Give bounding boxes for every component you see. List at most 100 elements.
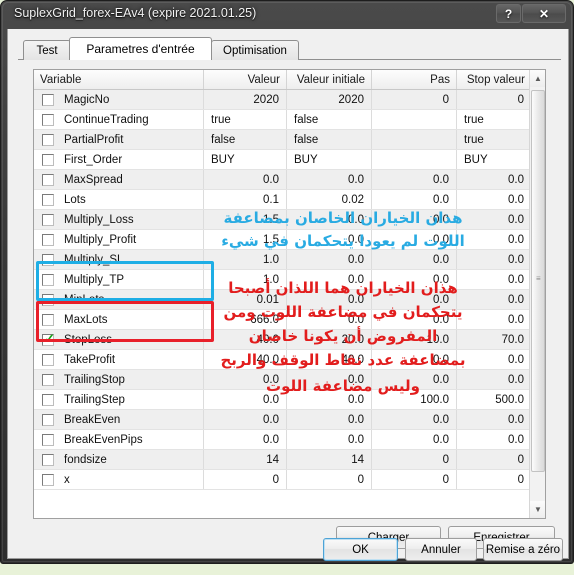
close-button[interactable]: ✕	[522, 4, 566, 23]
table-row[interactable]: PartialProfit false false true	[34, 130, 531, 150]
table-row[interactable]: Multiply_Loss 1.5 0.0 0.0 0.0	[34, 210, 531, 230]
tab-test[interactable]: Test	[23, 40, 71, 60]
scrollbar-thumb[interactable]: ≡	[531, 90, 545, 472]
table-row[interactable]: Multiply_Profit 1.5 0.0 0.0 0.0	[34, 230, 531, 250]
column-header-stop-valeur[interactable]: Stop valeur	[457, 70, 531, 89]
scroll-down-icon[interactable]: ▼	[530, 501, 545, 518]
cell-stop-valeur: 0.0	[508, 193, 524, 206]
table-row[interactable]: TrailingStep 0.0 0.0 100.0 500.0	[34, 390, 531, 410]
cell-variable-name: BreakEven	[34, 410, 204, 429]
title-bar[interactable]: SuplexGrid_forex-EAv4 (expire 2021.01.25…	[1, 1, 574, 29]
cell-stop-valeur: 0.0	[508, 353, 524, 366]
cell-valeur-initiale: 0.0	[287, 390, 372, 409]
cell-valeur-initiale: 0.0	[287, 250, 372, 269]
ok-button[interactable]: OK	[323, 538, 398, 561]
scroll-up-icon[interactable]: ▲	[530, 70, 545, 87]
column-header-valeur-initiale[interactable]: Valeur initiale	[287, 70, 372, 89]
cell-variable-name: TrailingStop	[34, 370, 204, 389]
cell-valeur-initiale: 0.0	[287, 170, 372, 189]
table-row[interactable]: BreakEvenPips 0.0 0.0 0.0 0.0	[34, 430, 531, 450]
cell-valeur-initiale: 2020	[287, 90, 372, 109]
cell-variable-name: ContinueTrading	[34, 110, 204, 129]
cell-stop-valeur: 0	[517, 93, 524, 106]
table-row[interactable]: TrailingStop 0.0 0.0 0.0 0.0	[34, 370, 531, 390]
cell-pas: 0.0	[372, 350, 457, 369]
table-row[interactable]: TakeProfit 40.0 40.0 0.0 0.0	[34, 350, 531, 370]
help-button[interactable]: ?	[496, 4, 521, 23]
cell-valeur: 0.0	[204, 170, 287, 189]
table-row[interactable]: MinLots 0.01 0.0 0.0 0.0	[34, 290, 531, 310]
table-row[interactable]: Multiply_TP 1.0 0.0 0.0 0.0	[34, 270, 531, 290]
cell-stop-valeur: 0.0	[508, 313, 524, 326]
cell-valeur: 1.0	[204, 250, 287, 269]
cell-stop-valeur: true	[464, 113, 484, 126]
cell-pas: 0.0	[372, 310, 457, 329]
cell-valeur-initiale: false	[287, 110, 372, 129]
cell-valeur: false	[204, 130, 287, 149]
cell-stop-valeur: 0.0	[508, 373, 524, 386]
cell-variable-name: MaxSpread	[34, 170, 204, 189]
cell-valeur: 1.5	[204, 230, 287, 249]
cell-variable-name: Multiply_Profit	[34, 230, 204, 249]
cell-stop-valeur: 0.0	[508, 173, 524, 186]
cell-valeur-initiale: 40.0	[287, 350, 372, 369]
cell-valeur-initiale: BUY	[287, 150, 372, 169]
cell-stop-valeur: 0	[517, 453, 524, 466]
cell-pas: 0.0	[372, 410, 457, 429]
cell-pas: 0	[372, 90, 457, 109]
application-window: SuplexGrid_forex-EAv4 (expire 2021.01.25…	[0, 0, 574, 564]
cell-pas: 0.0	[372, 430, 457, 449]
cell-valeur: true	[204, 110, 287, 129]
cell-pas: 0.0	[372, 210, 457, 229]
reset-button[interactable]: Remise a zéro	[483, 538, 563, 561]
grid-header-row: Variable Valeur Valeur initiale Pas Stop…	[34, 70, 545, 90]
cell-stop-valeur: 70.0	[501, 333, 524, 346]
cell-variable-name: Multiply_SL	[34, 250, 204, 269]
table-row[interactable]: ✓ StopLoss 40.0 20.0 10.0 70.0	[34, 330, 531, 350]
annuler-button[interactable]: Annuler	[405, 538, 477, 561]
cell-stop-valeur: 0.0	[508, 253, 524, 266]
cell-valeur-initiale: 0.0	[287, 410, 372, 429]
scrollbar-grip-icon: ≡	[536, 274, 541, 283]
cell-pas: 0.0	[372, 370, 457, 389]
cell-stop-valeur: 500.0	[495, 393, 524, 406]
table-row[interactable]: MagicNo 2020 2020 0 0	[34, 90, 531, 110]
column-header-pas[interactable]: Pas	[372, 70, 457, 89]
cell-valeur-initiale: 0.0	[287, 290, 372, 309]
table-row[interactable]: Multiply_SL 1.0 0.0 0.0 0.0	[34, 250, 531, 270]
cell-valeur: 0.0	[204, 370, 287, 389]
grid-rows: MagicNo 2020 2020 0 0 ContinueTrading true fals…	[34, 90, 531, 518]
table-row[interactable]: x0000	[34, 470, 531, 490]
table-row[interactable]: ContinueTrading true false true	[34, 110, 531, 130]
cell-valeur-initiale: 0.02	[287, 190, 372, 209]
table-row[interactable]: Lots 0.1 0.02 0.0 0.0	[34, 190, 531, 210]
vertical-scrollbar[interactable]: ▲ ≡ ▼	[529, 70, 545, 518]
cell-variable-name: x	[34, 470, 204, 489]
table-row[interactable]: First_Order BUY BUY BUY	[34, 150, 531, 170]
cell-variable-name: BreakEvenPips	[34, 430, 204, 449]
tab-optimisation[interactable]: Optimisation	[211, 40, 299, 60]
cell-pas: 0.0	[372, 230, 457, 249]
client-area: Test Parametres d'entrée Optimisation Va…	[7, 29, 569, 559]
cell-variable-name: fondsize	[34, 450, 204, 469]
cell-variable-name: TakeProfit	[34, 350, 204, 369]
cell-variable-name: StopLoss	[34, 330, 204, 349]
cell-pas: 0.0	[372, 190, 457, 209]
cell-pas: 0.0	[372, 270, 457, 289]
cell-stop-valeur: 0.0	[508, 293, 524, 306]
cell-valeur: 2020	[204, 90, 287, 109]
cell-valeur: 1.0	[204, 270, 287, 289]
cell-pas: 0.0	[372, 170, 457, 189]
parameters-grid: Variable Valeur Valeur initiale Pas Stop…	[33, 69, 546, 519]
column-header-variable[interactable]: Variable	[34, 70, 204, 89]
cell-pas: 0	[372, 450, 457, 469]
tab-parametres-entree[interactable]: Parametres d'entrée	[69, 37, 212, 60]
table-row[interactable]: MaxLots 666.0 0.0 0.0 0.0	[34, 310, 531, 330]
table-row[interactable]: MaxSpread 0.0 0.0 0.0 0.0	[34, 170, 531, 190]
table-row[interactable]: fondsize 14 14 0 0	[34, 450, 531, 470]
cell-valeur: 666.0	[204, 310, 287, 329]
column-header-valeur[interactable]: Valeur	[204, 70, 287, 89]
table-row[interactable]: BreakEven 0.0 0.0 0.0 0.0	[34, 410, 531, 430]
cell-valeur: 0	[204, 470, 287, 489]
cell-stop-valeur: true	[464, 133, 484, 146]
